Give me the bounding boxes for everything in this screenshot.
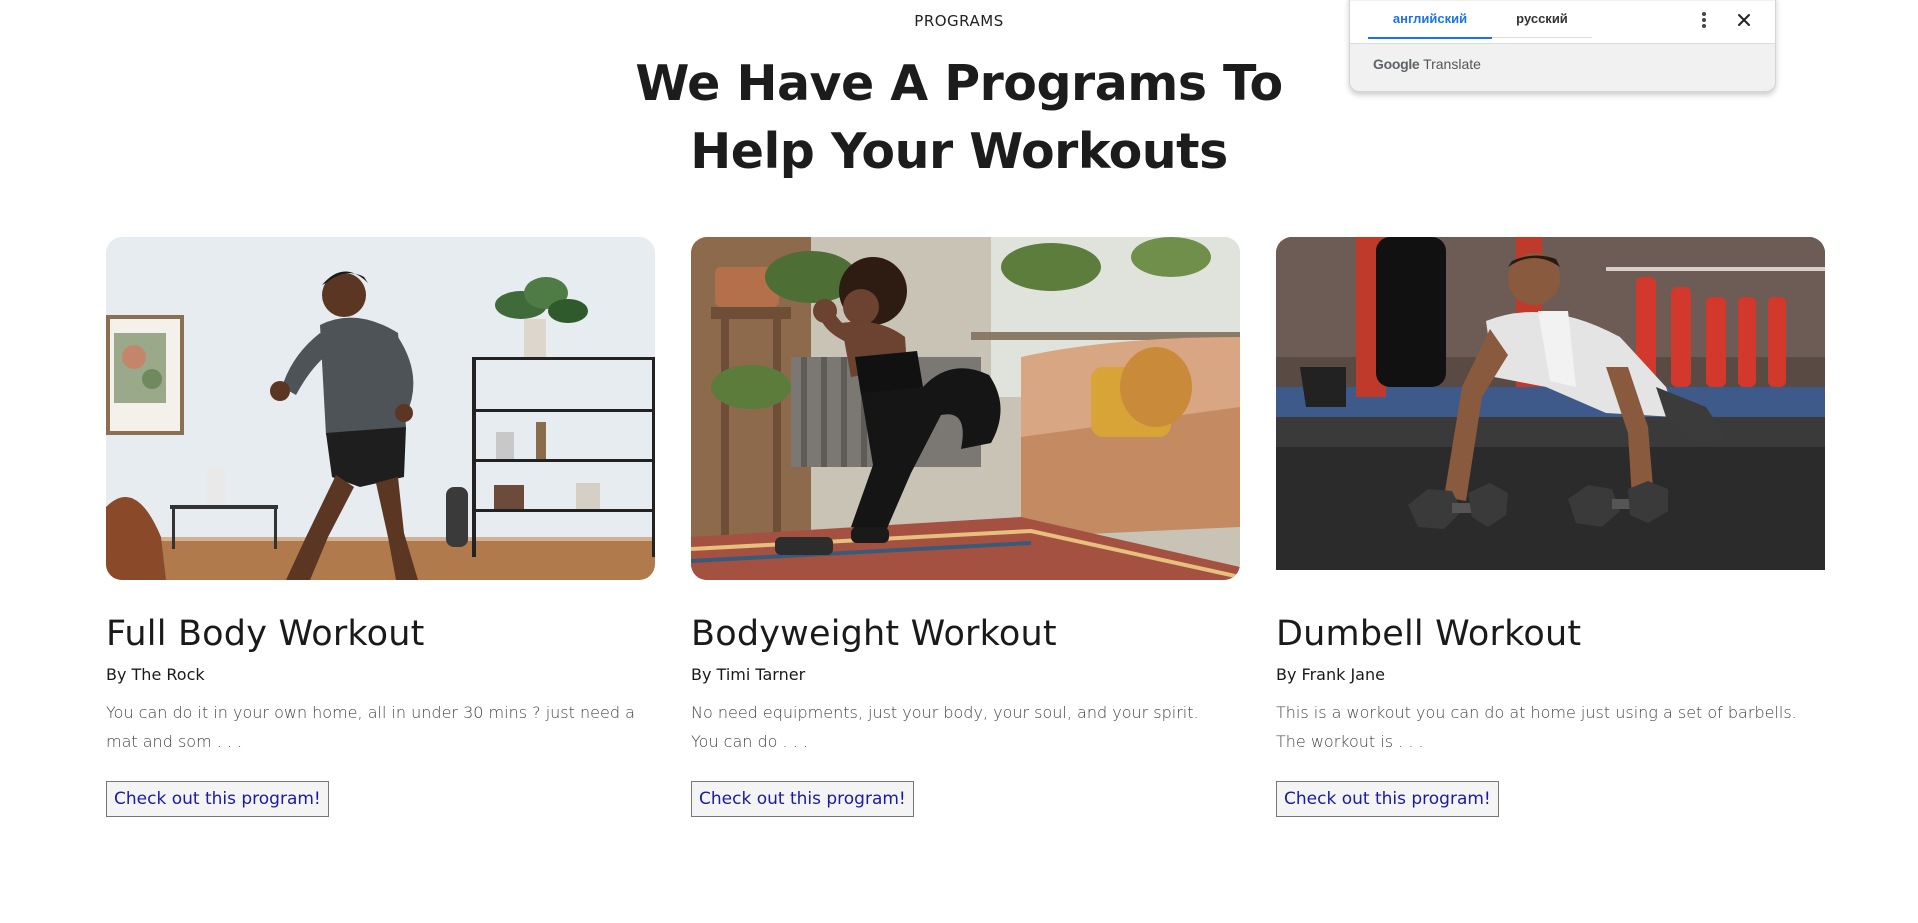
program-description: You can do it in your own home, all in u… [106, 703, 635, 751]
program-title: Dumbell Workout [1276, 614, 1582, 654]
program-image-full-body [106, 237, 655, 580]
program-author: By Timi Tarner [691, 665, 806, 684]
program-image-bodyweight [691, 237, 1240, 580]
check-out-program-button[interactable]: Check out this program! [1276, 781, 1499, 817]
program-cards: Full Body Workout By The Rock You can do… [106, 237, 1826, 817]
translate-label: Translate [1423, 56, 1481, 72]
tab-target-language[interactable]: русский [1492, 7, 1592, 38]
translate-language-tabs: английский русский [1350, 1, 1775, 44]
google-translate-popup: английский русский Google Translate [1349, 0, 1776, 92]
program-description: No need equipments, just your body, your… [691, 703, 1199, 751]
program-author: By Frank Jane [1276, 665, 1385, 684]
check-out-program-button[interactable]: Check out this program! [106, 781, 329, 817]
check-out-program-button[interactable]: Check out this program! [691, 781, 914, 817]
program-photo [1276, 237, 1825, 570]
google-translate-brand: Google Translate [1373, 56, 1481, 72]
close-icon[interactable] [1733, 9, 1755, 31]
more-vert-icon[interactable] [1694, 9, 1714, 31]
program-author: By The Rock [106, 665, 205, 684]
program-card: Full Body Workout By The Rock You can do… [106, 237, 655, 817]
tab-source-language[interactable]: английский [1368, 7, 1492, 39]
section-headline: We Have A Programs To Help Your Workouts [635, 55, 1283, 180]
program-title: Full Body Workout [106, 614, 425, 654]
program-card: Bodyweight Workout By Timi Tarner No nee… [691, 237, 1240, 817]
page: PROGRAMS We Have A Programs To Help Your… [0, 0, 1918, 923]
program-description: This is a workout you can do at home jus… [1276, 703, 1797, 751]
program-card: Dumbell Workout By Frank Jane This is a … [1276, 237, 1825, 817]
program-title: Bodyweight Workout [691, 614, 1057, 654]
program-photo [691, 237, 1240, 580]
google-logo-text: Google [1373, 56, 1420, 72]
program-image-dumbbell [1276, 237, 1825, 570]
program-photo [106, 237, 655, 580]
